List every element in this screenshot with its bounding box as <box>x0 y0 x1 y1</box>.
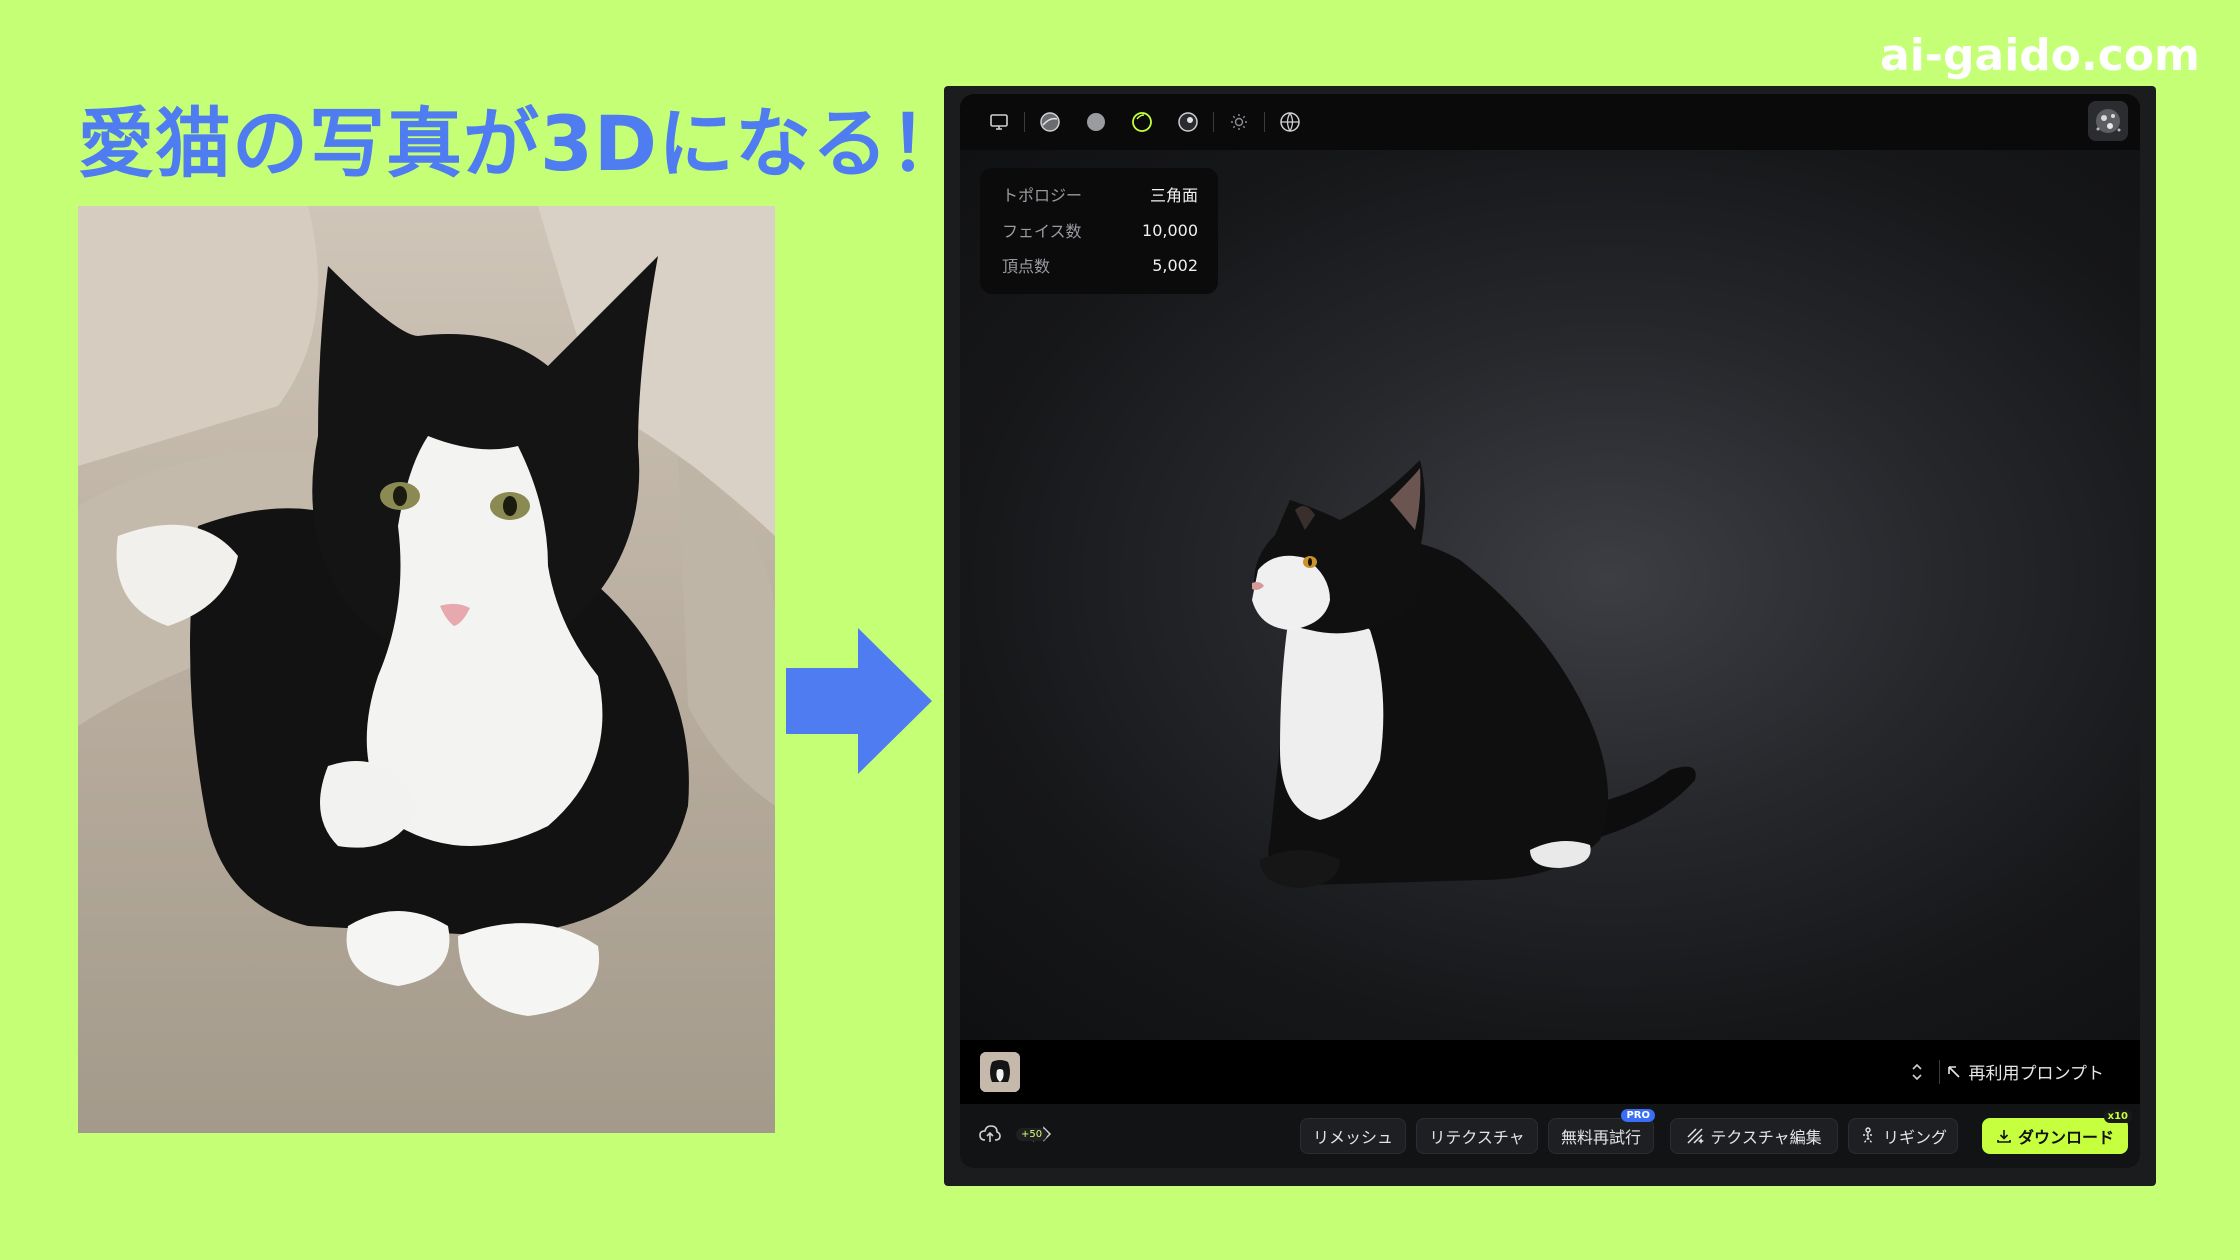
reuse-prompt-button[interactable]: 再利用プロンプト <box>1947 1059 2105 1084</box>
site-watermark: ai-gaido.com <box>1880 30 2200 81</box>
stat-faces-label: フェイス数 <box>1002 222 1082 241</box>
source-thumbnail[interactable] <box>980 1052 1020 1092</box>
stat-faces-value: 10,000 <box>1142 220 1198 240</box>
rigging-icon <box>1862 1127 1873 1144</box>
remesh-button[interactable]: リメッシュ <box>1300 1118 1406 1154</box>
stat-topology: トポロジー 三角面 <box>1002 182 1198 206</box>
free-retry-label: 無料再試行 <box>1560 1128 1641 1147</box>
headline: 愛猫の写真が3Dになる！ <box>78 99 966 188</box>
light-icon[interactable] <box>1216 99 1262 145</box>
stat-vertices-value: 5,002 <box>1152 255 1198 275</box>
cat-3d-model <box>1252 460 1696 888</box>
monitor-icon[interactable] <box>976 99 1022 145</box>
bottom-left-tools: +50 <box>978 1122 1052 1150</box>
prompt-divider <box>1939 1060 1940 1084</box>
viewer-toolbar <box>960 94 2140 150</box>
wireframe-sphere-icon[interactable] <box>1119 99 1165 145</box>
upload-icon[interactable]: +50 <box>978 1122 1048 1150</box>
rigging-button[interactable]: リギング <box>1848 1118 1958 1154</box>
cat-photo <box>78 206 775 1133</box>
stat-topology-label: トポロジー <box>1002 186 1083 205</box>
prompt-bar: 再利用プロンプト <box>960 1040 2140 1104</box>
download-badge: x10 <box>2103 1110 2132 1123</box>
rigging-label: リギング <box>1882 1128 1947 1147</box>
pro-badge: PRO <box>1621 1109 1655 1122</box>
avatar[interactable] <box>2088 101 2128 141</box>
download-icon <box>1997 1130 2011 1143</box>
expand-collapse-icon[interactable] <box>1910 1060 1924 1088</box>
download-label: ダウンロード <box>2017 1128 2114 1147</box>
globe-icon[interactable] <box>1267 99 1313 145</box>
toolbar-divider <box>1264 112 1265 132</box>
3d-viewport[interactable]: トポロジー 三角面 フェイス数 10,000 頂点数 5,002 <box>960 150 2140 1040</box>
arrow-up-left-icon <box>1947 1065 1960 1078</box>
toolbar-divider <box>1024 112 1025 132</box>
download-button[interactable]: ダウンロード x10 <box>1982 1110 2132 1154</box>
retexture-button[interactable]: リテクスチャ <box>1416 1118 1538 1154</box>
solid-sphere-icon[interactable] <box>1073 99 1119 145</box>
action-bar: +50 リメッシュ リテクスチャ 無料再試行 PRO テクスチャ編集 リギング <box>960 1104 2140 1168</box>
free-retry-button[interactable]: 無料再試行 PRO <box>1548 1109 1655 1154</box>
mesh-stats-panel: トポロジー 三角面 フェイス数 10,000 頂点数 5,002 <box>980 168 1218 294</box>
stat-topology-value: 三角面 <box>1149 186 1198 205</box>
texture-edit-label: テクスチャ編集 <box>1710 1128 1822 1147</box>
reuse-prompt-label: 再利用プロンプト <box>1968 1064 2105 1084</box>
arrow-right-icon <box>786 628 932 774</box>
stat-faces: フェイス数 10,000 <box>1002 218 1198 242</box>
texture-edit-icon <box>1687 1128 1705 1144</box>
app-panel: トポロジー 三角面 フェイス数 10,000 頂点数 5,002 再利用プロンプ… <box>960 94 2140 1168</box>
credits-badge: +50 <box>1016 1128 1048 1141</box>
texture-sphere-icon[interactable] <box>1027 99 1073 145</box>
texture-edit-button[interactable]: テクスチャ編集 <box>1670 1118 1838 1154</box>
app-window: トポロジー 三角面 フェイス数 10,000 頂点数 5,002 再利用プロンプ… <box>944 86 2156 1186</box>
material-sphere-icon[interactable] <box>1165 99 1211 145</box>
stat-vertices: 頂点数 5,002 <box>1002 253 1198 277</box>
stat-vertices-label: 頂点数 <box>1002 257 1051 276</box>
toolbar-divider <box>1213 112 1214 132</box>
